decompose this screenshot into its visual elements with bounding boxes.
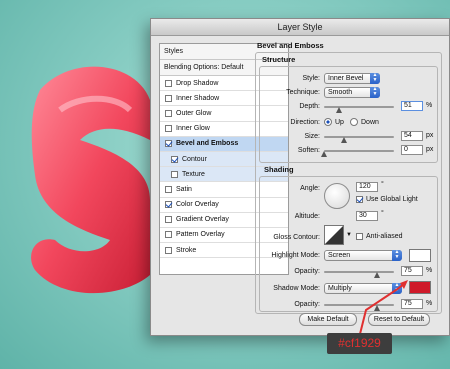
annotation-arrow: [359, 280, 408, 335]
color-annotation-label: #cf1929: [327, 333, 392, 354]
